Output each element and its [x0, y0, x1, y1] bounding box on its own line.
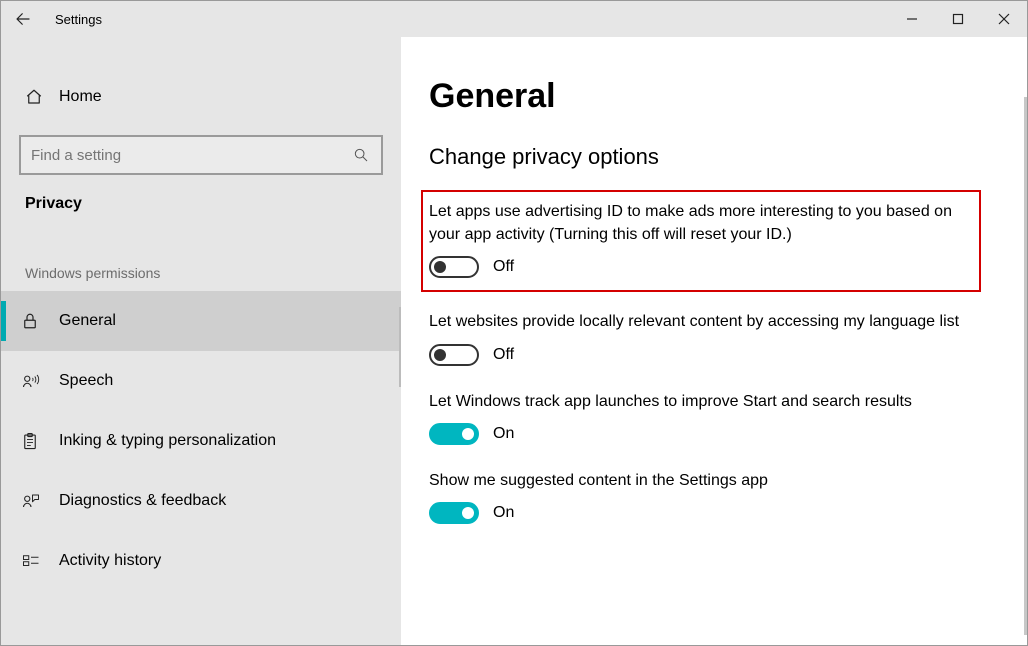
home-label: Home	[59, 88, 102, 106]
sidebar-item-label: Activity history	[59, 552, 161, 570]
sidebar-section-heading: Privacy	[1, 175, 401, 219]
speech-icon	[21, 372, 41, 390]
sidebar-item-activity-history[interactable]: Activity history	[1, 531, 401, 591]
toggle-state-label: On	[493, 504, 514, 522]
maximize-icon	[952, 13, 964, 25]
toggle-state-label: On	[493, 425, 514, 443]
sidebar-item-inking[interactable]: Inking & typing personalization	[1, 411, 401, 471]
minimize-button[interactable]	[889, 1, 935, 37]
window-title: Settings	[45, 12, 102, 27]
search-icon	[353, 147, 369, 163]
setting-track-app-launches: Let Windows track app launches to improv…	[429, 390, 989, 445]
close-icon	[998, 13, 1010, 25]
minimize-icon	[906, 13, 918, 25]
toggle-state-label: Off	[493, 258, 514, 276]
lock-icon	[21, 311, 39, 331]
maximize-button[interactable]	[935, 1, 981, 37]
search-box[interactable]	[19, 135, 383, 175]
setting-description: Show me suggested content in the Setting…	[429, 469, 989, 492]
setting-description: Let websites provide locally relevant co…	[429, 310, 989, 333]
sidebar-item-label: Inking & typing personalization	[59, 432, 276, 450]
home-icon	[25, 88, 43, 106]
clipboard-icon	[21, 431, 39, 451]
back-button[interactable]	[1, 1, 45, 37]
setting-description: Let apps use advertising ID to make ads …	[429, 200, 969, 246]
close-button[interactable]	[981, 1, 1027, 37]
sidebar-item-general[interactable]: General	[1, 291, 401, 351]
setting-advertising-id: Let apps use advertising ID to make ads …	[421, 190, 981, 292]
feedback-icon	[21, 492, 41, 510]
setting-suggested-content: Show me suggested content in the Setting…	[429, 469, 989, 524]
sidebar-item-diagnostics[interactable]: Diagnostics & feedback	[1, 471, 401, 531]
toggle-track-app-launches[interactable]	[429, 423, 479, 445]
sidebar-item-speech[interactable]: Speech	[1, 351, 401, 411]
scrollbar[interactable]	[1024, 97, 1027, 635]
home-link[interactable]: Home	[1, 67, 401, 127]
settings-window: Settings	[0, 0, 1028, 646]
toggle-advertising-id[interactable]	[429, 256, 479, 278]
search-input[interactable]	[21, 147, 341, 164]
titlebar: Settings	[1, 1, 1027, 37]
sidebar-item-label: General	[59, 312, 116, 330]
sidebar-group-heading: Windows permissions	[1, 219, 401, 291]
page-title: General	[429, 77, 999, 116]
sidebar-nav-list: General Speech	[1, 291, 401, 645]
setting-language-list: Let websites provide locally relevant co…	[429, 310, 989, 365]
toggle-language-list[interactable]	[429, 344, 479, 366]
arrow-left-icon	[14, 10, 32, 28]
sidebar-item-label: Speech	[59, 372, 113, 390]
page-subheading: Change privacy options	[429, 144, 999, 170]
main-content: General Change privacy options Let apps …	[401, 37, 1027, 645]
toggle-suggested-content[interactable]	[429, 502, 479, 524]
toggle-state-label: Off	[493, 346, 514, 364]
activity-history-icon	[21, 552, 41, 570]
sidebar: Home Privacy Windows permissions	[1, 37, 401, 645]
setting-description: Let Windows track app launches to improv…	[429, 390, 989, 413]
sidebar-item-label: Diagnostics & feedback	[59, 492, 226, 510]
